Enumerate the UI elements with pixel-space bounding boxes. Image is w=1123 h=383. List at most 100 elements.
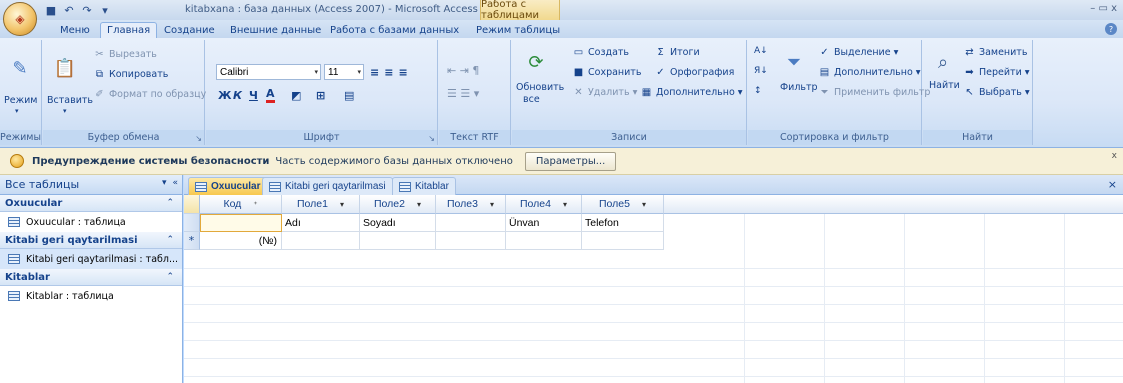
table-cell[interactable]: Soyadı	[360, 214, 436, 232]
paste-button[interactable]: 📋	[51, 54, 79, 82]
copy-button[interactable]: ⧉ Копировать	[93, 68, 168, 81]
replace-button[interactable]: ⇄ Заменить	[963, 46, 1027, 59]
column-header[interactable]: Поле5 ▾	[582, 195, 664, 214]
table-cell[interactable]	[360, 232, 436, 250]
grid-line	[904, 214, 905, 383]
options-button[interactable]: Параметры...	[524, 151, 617, 171]
help-icon[interactable]: ?	[1105, 23, 1117, 35]
chevron-down-icon[interactable]: ▾	[63, 107, 67, 115]
list-buttons[interactable]: ☰ ☰ ▾	[447, 87, 479, 100]
refresh-button[interactable]: ⟳	[522, 48, 550, 76]
find-button[interactable]: ⌕	[929, 48, 957, 76]
table-cell[interactable]	[436, 214, 506, 232]
launcher-icon[interactable]: ↘	[428, 134, 435, 143]
table-cell[interactable]: Adı	[282, 214, 360, 232]
font-name-select[interactable]: Calibri ▾	[216, 64, 321, 80]
chevron-down-icon[interactable]: ▾	[162, 178, 167, 188]
doc-tab-kitabi-geri[interactable]: Kitabi geri qaytarilmasi	[262, 177, 393, 195]
tab-datasheet[interactable]: Режим таблицы	[470, 22, 566, 38]
quick-access-toolbar: ■ ↶ ↷ ▾	[44, 2, 112, 18]
align-left-icon: ≡	[370, 65, 380, 79]
nav-item-oxuucular[interactable]: Oxuucular : таблица	[0, 212, 182, 232]
align-buttons[interactable]: ≡ ≡ ≡	[370, 64, 408, 80]
italic-button[interactable]: К	[233, 87, 242, 103]
table-cell[interactable]	[200, 214, 282, 232]
selection-icon: ✓	[820, 47, 829, 58]
nav-item-kitabi-geri[interactable]: Kitabi geri qaytarilmasi : табл...	[0, 249, 182, 269]
context-tab-title: Работа с таблицами	[480, 0, 560, 21]
alt-fill-button[interactable]: ▤	[344, 87, 354, 103]
launcher-icon[interactable]: ↘	[195, 134, 202, 143]
select-button[interactable]: ↖ Выбрать ▾	[963, 86, 1029, 99]
table-cell[interactable]: Telefon	[582, 214, 664, 232]
format-painter-button[interactable]: ✐ Формат по образцу	[93, 88, 206, 101]
clear-sort-button[interactable]: ↕	[754, 86, 762, 96]
column-header[interactable]: Поле4 ▾	[506, 195, 582, 214]
cut-button[interactable]: ✂ Вырезать	[93, 48, 157, 61]
more-records-button[interactable]: ▦ Дополнительно ▾	[640, 86, 743, 99]
tab-menu[interactable]: Меню	[54, 22, 96, 38]
chevron-down-icon: ▾	[562, 199, 567, 209]
new-row-marker[interactable]: *	[184, 232, 200, 250]
row-selector[interactable]	[184, 214, 200, 232]
sort-asc-button[interactable]: A↓	[754, 46, 768, 56]
column-header[interactable]: Поле3 ▾	[436, 195, 506, 214]
advanced-filter-button[interactable]: ▤ Дополнительно ▾	[818, 66, 921, 79]
chevron-down-icon: ▾	[339, 199, 344, 209]
tab-home[interactable]: Главная	[100, 22, 158, 38]
nav-group-oxuucular[interactable]: Oxuucular ⌃	[0, 195, 182, 212]
spelling-icon: ✓	[656, 67, 665, 78]
gridlines-button[interactable]: ⊞	[316, 87, 325, 103]
collapse-icon[interactable]: «	[172, 178, 178, 188]
column-header[interactable]: Поле2 ▾	[360, 195, 436, 214]
totals-button[interactable]: Σ Итоги	[654, 46, 699, 59]
table-cell[interactable]: (№)	[200, 232, 282, 250]
nav-header[interactable]: Все таблицы ▾ «	[0, 175, 182, 195]
window-controls[interactable]: – ▭ x	[1090, 3, 1117, 14]
table-cell[interactable]: Ünvan	[506, 214, 582, 232]
sort-desc-button[interactable]: Я↓	[754, 66, 768, 76]
undo-icon[interactable]: ↶	[62, 3, 76, 17]
toggle-filter-button[interactable]: ⏷ Применить фильтр	[818, 86, 931, 99]
table-icon	[399, 181, 411, 192]
save-icon[interactable]: ■	[44, 3, 58, 17]
nav-group-kitabi-geri[interactable]: Kitabi geri qaytarilmasi ⌃	[0, 232, 182, 249]
save-record-button[interactable]: ■ Сохранить	[572, 66, 642, 79]
ribbon: ✎ Режим ▾ Режимы 📋 Вставить ▾ ✂ Вырезать …	[0, 38, 1123, 148]
underline-button[interactable]: Ч	[249, 87, 258, 103]
column-header[interactable]: Поле1 ▾	[282, 195, 360, 214]
column-header[interactable]: Код ⁺	[200, 195, 282, 214]
tab-database-tools[interactable]: Работа с базами данных	[324, 22, 465, 38]
selection-button[interactable]: ✓ Выделение ▾	[818, 46, 898, 59]
group-label: Буфер обмена	[43, 130, 204, 145]
select-all-corner[interactable]	[184, 195, 200, 214]
redo-icon[interactable]: ↷	[80, 3, 94, 17]
doc-tab-kitablar[interactable]: Kitablar	[392, 177, 456, 195]
font-color-button[interactable]: A	[266, 87, 275, 103]
close-icon[interactable]: ×	[1108, 178, 1117, 191]
nav-item-kitablar[interactable]: Kitablar : таблица	[0, 286, 182, 306]
font-size-select[interactable]: 11 ▾	[324, 64, 364, 80]
spelling-button[interactable]: ✓ Орфография	[654, 66, 734, 79]
chevron-down-icon[interactable]: ▾	[15, 107, 19, 115]
tab-external-data[interactable]: Внешние данные	[224, 22, 327, 38]
table-cell[interactable]	[282, 232, 360, 250]
close-icon[interactable]: x	[1112, 151, 1117, 161]
table-cell[interactable]	[436, 232, 506, 250]
goto-button[interactable]: ➡ Перейти ▾	[963, 66, 1029, 79]
view-button[interactable]: ✎	[6, 54, 34, 82]
table-cell[interactable]	[582, 232, 664, 250]
office-button[interactable]: ◈	[3, 2, 37, 36]
tab-create[interactable]: Создание	[158, 22, 221, 38]
new-record-button[interactable]: ▭ Создать	[572, 46, 629, 59]
bold-button[interactable]: Ж	[218, 87, 231, 103]
fill-color-button[interactable]: ◩	[291, 87, 301, 103]
add-column-header[interactable]	[664, 195, 1123, 214]
doc-tab-oxuucular[interactable]: Oxuucular	[188, 177, 268, 195]
filter-button[interactable]: ⏷	[780, 48, 808, 76]
nav-group-kitablar[interactable]: Kitablar ⌃	[0, 269, 182, 286]
indent-buttons[interactable]: ⇤ ⇥ ¶	[447, 64, 479, 77]
delete-record-button[interactable]: ✕ Удалить ▾	[572, 86, 637, 99]
chevron-down-icon[interactable]: ▾	[98, 3, 112, 17]
table-cell[interactable]	[506, 232, 582, 250]
